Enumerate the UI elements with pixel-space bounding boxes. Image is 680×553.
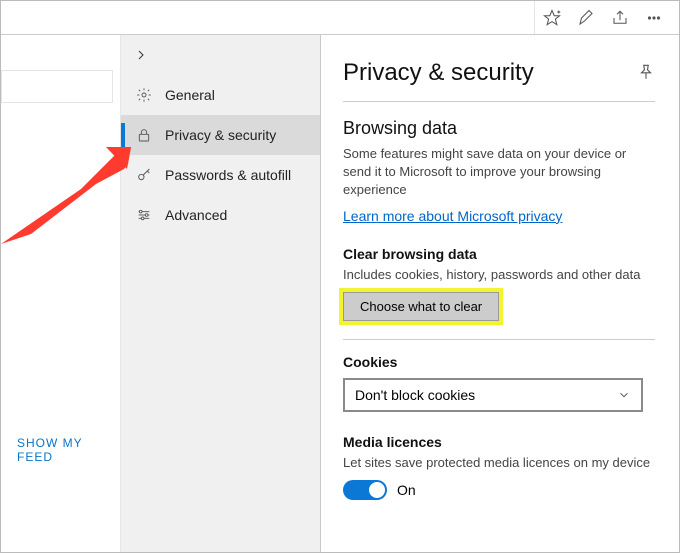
page-left-strip: SHOW MY FEED [1,35,121,552]
show-my-feed-link[interactable]: SHOW MY FEED [17,436,120,464]
address-bar [1,1,679,35]
gear-icon [135,87,153,103]
annotation-highlight: Choose what to clear [343,298,499,314]
sidebar-item-advanced[interactable]: Advanced [121,195,320,235]
sliders-icon [135,207,153,223]
address-input[interactable] [1,1,535,34]
media-licences-label: Media licences [343,434,655,450]
window: SHOW MY FEED General Privacy & security … [0,0,680,553]
back-chevron[interactable] [121,35,320,75]
media-licences-body: Let sites save protected media licences … [343,454,655,472]
sidebar-item-passwords-autofill[interactable]: Passwords & autofill [121,155,320,195]
cookies-label: Cookies [343,354,655,370]
more-icon[interactable] [637,1,671,35]
share-icon[interactable] [603,1,637,35]
key-icon [135,167,153,183]
pin-icon[interactable] [637,63,655,81]
browsing-data-body: Some features might save data on your de… [343,145,655,200]
settings-sidebar: General Privacy & security Passwords & a… [121,35,321,552]
search-box-placeholder[interactable] [1,70,113,103]
browsing-data-heading: Browsing data [343,118,655,139]
cookies-select-value: Don't block cookies [355,387,475,403]
privacy-learn-more-link[interactable]: Learn more about Microsoft privacy [343,208,562,224]
cookies-select[interactable]: Don't block cookies [343,378,643,412]
sidebar-item-label: Privacy & security [165,127,276,143]
divider [343,101,655,102]
media-licences-toggle-state: On [397,482,416,498]
settings-panel: Privacy & security Browsing data Some fe… [321,35,679,552]
choose-what-to-clear-button[interactable]: Choose what to clear [343,292,499,321]
notes-icon[interactable] [569,1,603,35]
sidebar-item-label: Passwords & autofill [165,167,291,183]
clear-browsing-body: Includes cookies, history, passwords and… [343,266,655,284]
sidebar-item-privacy-security[interactable]: Privacy & security [121,115,320,155]
divider [343,339,655,340]
chevron-down-icon [617,388,631,402]
favorites-icon[interactable] [535,1,569,35]
panel-title: Privacy & security [343,59,655,87]
sidebar-item-label: General [165,87,215,103]
media-licences-toggle[interactable] [343,480,387,500]
lock-icon [135,127,153,143]
sidebar-item-label: Advanced [165,207,227,223]
clear-browsing-label: Clear browsing data [343,246,655,262]
sidebar-item-general[interactable]: General [121,75,320,115]
